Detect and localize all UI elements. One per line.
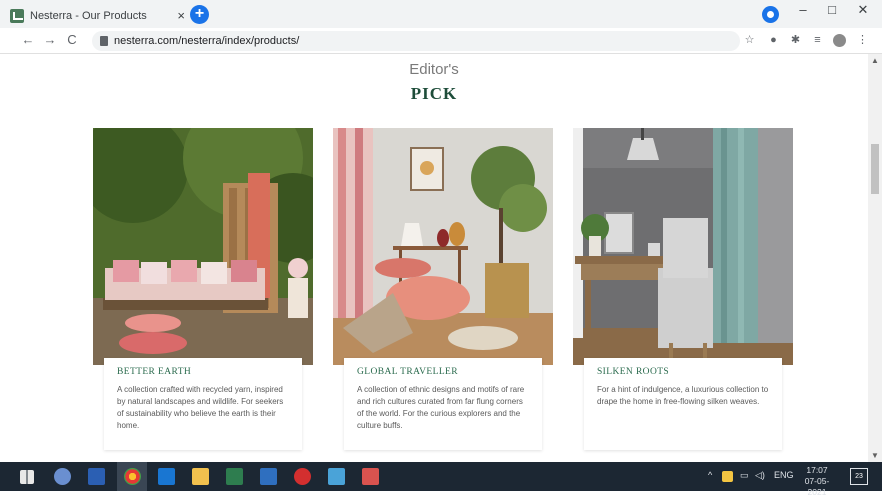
minimize-button[interactable]: –	[793, 2, 813, 17]
clock-date: 07-05-2021	[804, 476, 830, 497]
tray-chevron-icon[interactable]: ^	[708, 470, 712, 480]
lock-icon	[100, 36, 108, 46]
cortana-icon[interactable]	[54, 468, 71, 485]
browser-toolbar: ← → C nesterra.com/nesterra/index/produc…	[0, 28, 882, 54]
tab-close-button[interactable]: ×	[177, 8, 185, 23]
card-title[interactable]: SILKEN ROOTS	[597, 367, 770, 377]
notification-center-icon[interactable]: 23	[850, 468, 868, 485]
section-eyebrow: Editor's	[409, 61, 459, 78]
tab-title: Nesterra - Our Products	[30, 10, 147, 22]
puzzle-extension-icon[interactable]: ✱	[789, 34, 802, 47]
forward-button[interactable]: →	[42, 32, 58, 47]
profile-icon[interactable]	[762, 6, 779, 23]
menu-kebab-icon[interactable]: ⋮	[856, 34, 869, 47]
silken-roots-photo[interactable]	[573, 128, 793, 365]
extension-icon[interactable]: ●	[767, 34, 780, 47]
new-tab-button[interactable]: +	[190, 5, 209, 24]
page-content: Editor's PICK BETTER EARTH A collection …	[0, 54, 868, 462]
scroll-down-arrow-icon[interactable]: ▼	[871, 451, 879, 460]
scrollbar-thumb[interactable]	[871, 144, 879, 194]
powerpoint-app-icon[interactable]	[362, 468, 379, 485]
teams-app-icon[interactable]	[328, 468, 345, 485]
windows-start-icon[interactable]	[20, 470, 34, 484]
url-text: nesterra.com/nesterra/index/products/	[114, 35, 300, 47]
file-explorer-icon[interactable]	[192, 468, 209, 485]
section-headline: PICK	[410, 84, 458, 103]
better-earth-photo[interactable]	[93, 128, 313, 365]
reading-list-icon[interactable]: ≡	[811, 34, 824, 47]
volume-icon[interactable]: ◁)	[755, 470, 765, 481]
account-avatar-icon[interactable]	[833, 34, 846, 47]
card-title[interactable]: BETTER EARTH	[117, 367, 290, 377]
outlook-app-icon[interactable]	[158, 468, 175, 485]
silken-roots-caption: SILKEN ROOTS For a hint of indulgence, a…	[584, 358, 782, 450]
excel-app-icon[interactable]	[226, 468, 243, 485]
card-title[interactable]: GLOBAL TRAVELLER	[357, 367, 530, 377]
word-app-icon[interactable]	[88, 468, 105, 485]
maximize-button[interactable]: □	[822, 2, 842, 17]
browser-tab[interactable]: Nesterra - Our Products ×	[10, 4, 185, 28]
acrobat-app-icon[interactable]	[294, 468, 311, 485]
battery-icon[interactable]: ▭	[740, 470, 749, 481]
garden-daybed-image	[93, 128, 313, 365]
page-scrollbar[interactable]: ▲ ▼	[868, 54, 882, 462]
windows-taskbar: ^ ▭ ◁) ENG 17:07 07-05-2021 23	[0, 462, 882, 497]
better-earth-caption: BETTER EARTH A collection crafted with r…	[104, 358, 302, 450]
language-indicator[interactable]: ENG	[774, 470, 794, 480]
site-favicon-icon	[10, 9, 24, 23]
window-close-button[interactable]: ✕	[853, 2, 873, 18]
taskbar-clock[interactable]: 17:07 07-05-2021	[797, 465, 837, 498]
address-bar[interactable]: nesterra.com/nesterra/index/products/	[92, 31, 740, 51]
chrome-app-icon[interactable]	[124, 468, 141, 485]
tray-app-icon[interactable]	[722, 471, 733, 482]
study-desk-image	[573, 128, 793, 365]
forms-app-icon[interactable]	[260, 468, 277, 485]
bookmark-star-icon[interactable]: ☆	[743, 34, 756, 47]
global-traveller-photo[interactable]	[333, 128, 553, 365]
browser-tab-bar: Nesterra - Our Products × + – □ ✕	[0, 0, 882, 28]
back-button[interactable]: ←	[20, 32, 36, 47]
living-room-image	[333, 128, 553, 365]
card-description: A collection crafted with recycled yarn,…	[117, 385, 284, 430]
scroll-up-arrow-icon[interactable]: ▲	[871, 56, 879, 65]
card-description: A collection of ethnic designs and motif…	[357, 385, 525, 430]
clock-time: 17:07	[806, 465, 828, 475]
global-traveller-caption: GLOBAL TRAVELLER A collection of ethnic …	[344, 358, 542, 450]
reload-button[interactable]: C	[64, 32, 80, 47]
card-description: For a hint of indulgence, a luxurious co…	[597, 385, 769, 406]
